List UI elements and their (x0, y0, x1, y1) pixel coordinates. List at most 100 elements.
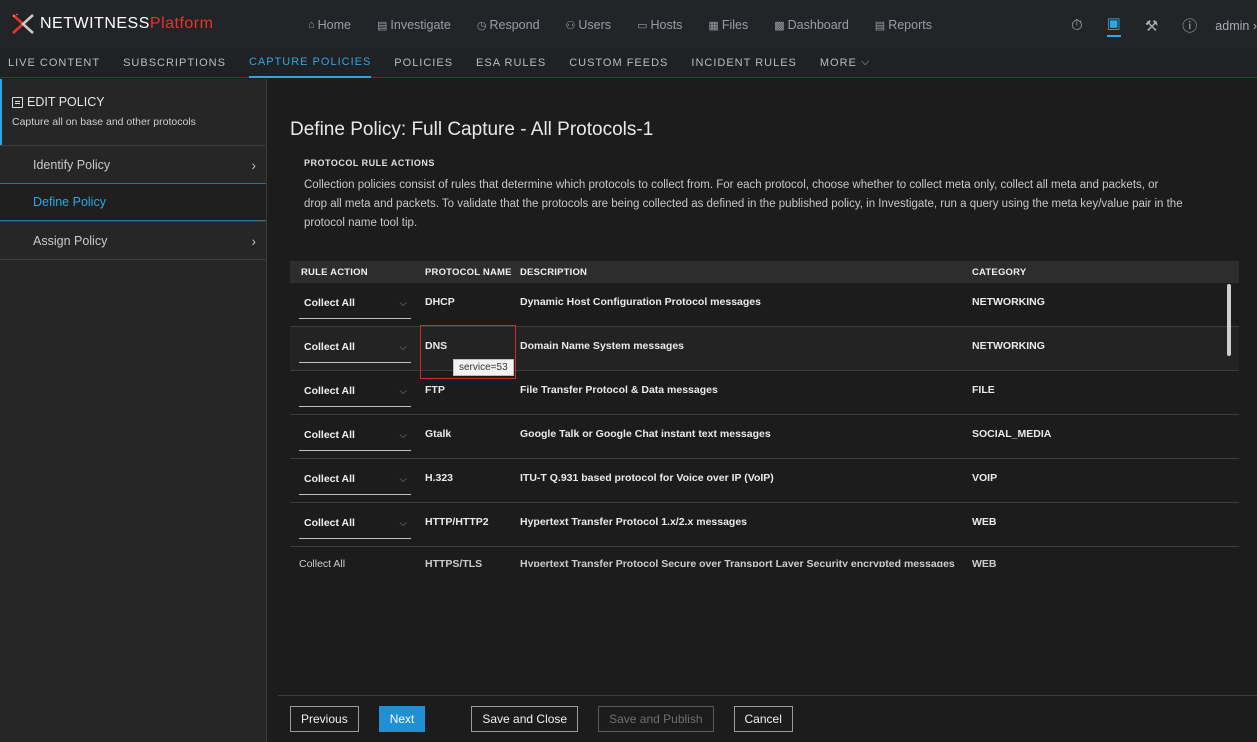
column-header-protocol-name[interactable]: PROTOCOL NAME (419, 267, 514, 278)
subnav-more[interactable]: MORE ⌵ (820, 48, 870, 78)
help-icon[interactable]: ⓘ (1182, 15, 1197, 36)
step-label: Identify Policy (33, 157, 111, 172)
nav-hosts[interactable]: ▭ Hosts (637, 18, 682, 32)
rule-action-cell: Collect All ⌵ (290, 415, 419, 451)
chevron-down-icon: ⌵ (399, 386, 407, 397)
files-icon: ▦ (708, 19, 719, 32)
save-and-close-button[interactable]: Save and Close (471, 706, 579, 732)
table-row: Collect All ⌵ H.323 ITU-T Q.931 based pro… (290, 459, 1239, 503)
step-identify-policy[interactable]: Identify Policy › (0, 145, 266, 183)
nav-label: Files (721, 18, 749, 32)
subnav-live-content[interactable]: LIVE CONTENT (8, 48, 100, 78)
nav-files[interactable]: ▦ Files (708, 18, 748, 32)
user-menu[interactable]: admin › (1215, 19, 1257, 33)
rule-action-cell: Collect All ⌵ (290, 371, 419, 407)
investigate-icon: ▤ (377, 19, 388, 32)
rule-action-select[interactable]: Collect All ⌵ (299, 517, 411, 539)
sidebar-title-text: EDIT POLICY (27, 95, 105, 109)
sidebar-header: EDIT POLICY Capture all on base and othe… (0, 79, 266, 145)
protocol-rules-table: RULE ACTION PROTOCOL NAME DESCRIPTION CA… (290, 261, 1239, 567)
description-cell: Dynamic Host Configuration Protocol mess… (520, 296, 761, 308)
user-name: admin (1215, 18, 1250, 33)
next-button[interactable]: Next (378, 706, 426, 732)
rule-action-select[interactable]: Collect All ⌵ (299, 385, 411, 407)
protocol-name-cell[interactable]: HTTP/HTTP2 (419, 503, 514, 528)
netwitness-logo-icon (12, 13, 34, 34)
category-cell: WEB (972, 516, 997, 528)
subnav-esa-rules[interactable]: ESA RULES (476, 48, 546, 78)
subnav-more-label: MORE (819, 56, 857, 69)
description-cell: Google Talk or Google Chat instant text … (520, 428, 771, 440)
column-header-description[interactable]: DESCRIPTION (514, 267, 966, 278)
save-and-publish-button[interactable]: Save and Publish (598, 706, 714, 732)
nav-home[interactable]: ⌂ Home (308, 18, 351, 32)
nav-dashboard[interactable]: ▩ Dashboard (774, 18, 849, 32)
description-cell: Hypertext Transfer Protocol Secure over … (520, 558, 955, 567)
nav-reports[interactable]: ▤ Reports (875, 18, 932, 32)
nav-label: Investigate (390, 18, 451, 32)
step-label: Assign Policy (33, 233, 108, 248)
main-nav: ⌂ Home ▤ Investigate ◷ Respond ⚇ Users ▭ Host… (308, 18, 958, 32)
table-scrollbar[interactable] (1227, 284, 1231, 356)
chevron-down-icon: ⌵ (399, 518, 407, 529)
chevron-right-icon: › (1252, 18, 1257, 33)
protocol-name-cell[interactable]: H.323 (419, 459, 514, 484)
hosts-icon: ▭ (637, 19, 648, 32)
wizard-sidebar: EDIT POLICY Capture all on base and othe… (0, 79, 267, 742)
chevron-right-icon: › (251, 156, 256, 173)
dashboard-icon: ▩ (774, 19, 785, 32)
configure-icon[interactable]: ▣ (1106, 14, 1121, 37)
stopwatch-icon[interactable]: ⏱ (1071, 17, 1083, 34)
table-row: Collect All ⌵ HTTP/HTTP2 Hypertext Transf… (290, 503, 1239, 547)
protocol-name-cell[interactable]: Gtalk (419, 415, 514, 440)
sidebar-title: EDIT POLICY (12, 95, 256, 109)
step-define-policy[interactable]: Define Policy (0, 183, 266, 221)
rule-action-cell: Collect All ⌵ (290, 459, 419, 495)
sub-nav: LIVE CONTENT SUBSCRIPTIONS CAPTURE POLIC… (0, 48, 1257, 78)
category-cell: SOCIAL_MEDIA (972, 428, 1052, 440)
table-row: Collect All ⌵ DHCP Dynamic Host Configura… (290, 283, 1239, 327)
subnav-subscriptions[interactable]: SUBSCRIPTIONS (123, 48, 226, 78)
chevron-down-icon: ⌵ (399, 430, 407, 441)
rule-action-select[interactable]: Collect All ⌵ (299, 341, 411, 363)
category-cell: WEB (972, 558, 997, 567)
column-header-rule-action[interactable]: RULE ACTION (290, 267, 419, 278)
chevron-right-icon: › (251, 232, 256, 249)
admin-tools-icon[interactable]: ⚒ (1145, 17, 1158, 35)
rule-action-select[interactable]: Collect All ⌵ (299, 473, 411, 495)
protocol-name-cell[interactable]: DNS (419, 327, 514, 352)
cancel-button[interactable]: Cancel (733, 706, 793, 732)
sidebar-subtitle: Capture all on base and other protocols (12, 116, 196, 128)
reports-icon: ▤ (874, 19, 886, 32)
subnav-custom-feeds[interactable]: CUSTOM FEEDS (569, 48, 668, 78)
rule-action-select[interactable]: Collect All ⌵ (299, 297, 411, 319)
netwitness-logo[interactable]: NETWITNESSPlatform (10, 12, 213, 36)
protocol-name-cell[interactable]: HTTPS/TLS (419, 547, 514, 567)
table-row: Collect All ⌵ Gtalk Google Talk or Google… (290, 415, 1239, 459)
protocol-name-cell[interactable]: DHCP (419, 283, 514, 308)
nav-users[interactable]: ⚇ Users (566, 18, 612, 32)
home-icon: ⌂ (308, 19, 315, 31)
nav-label: Users (578, 18, 612, 32)
respond-icon: ◷ (476, 19, 487, 32)
column-header-category[interactable]: CATEGORY (966, 267, 1226, 278)
edit-policy-icon (12, 96, 23, 108)
step-assign-policy[interactable]: Assign Policy › (0, 221, 266, 259)
nav-label: Reports (888, 18, 932, 32)
category-cell: VOIP (972, 472, 998, 484)
subnav-policies[interactable]: POLICIES (394, 48, 453, 78)
protocol-name-cell[interactable]: FTP (419, 371, 514, 396)
step-label: Define Policy (33, 195, 106, 209)
subnav-incident-rules[interactable]: INCIDENT RULES (691, 48, 796, 78)
previous-button[interactable]: Previous (290, 706, 359, 732)
nav-respond[interactable]: ◷ Respond (477, 18, 540, 32)
rule-action-select[interactable]: Collect All ⌵ (299, 429, 411, 451)
nav-investigate[interactable]: ▤ Investigate (377, 18, 451, 32)
subnav-capture-policies[interactable]: CAPTURE POLICIES (248, 48, 372, 78)
table-header: RULE ACTION PROTOCOL NAME DESCRIPTION CA… (290, 261, 1239, 283)
description-cell: Hypertext Transfer Protocol 1.x/2.x mess… (520, 516, 748, 528)
rule-action-value: Collect All (304, 429, 355, 441)
description-cell: Domain Name System messages (520, 340, 684, 352)
rule-action-value: Collect All (304, 473, 355, 485)
rule-action-cell[interactable]: Collect All (290, 547, 419, 567)
